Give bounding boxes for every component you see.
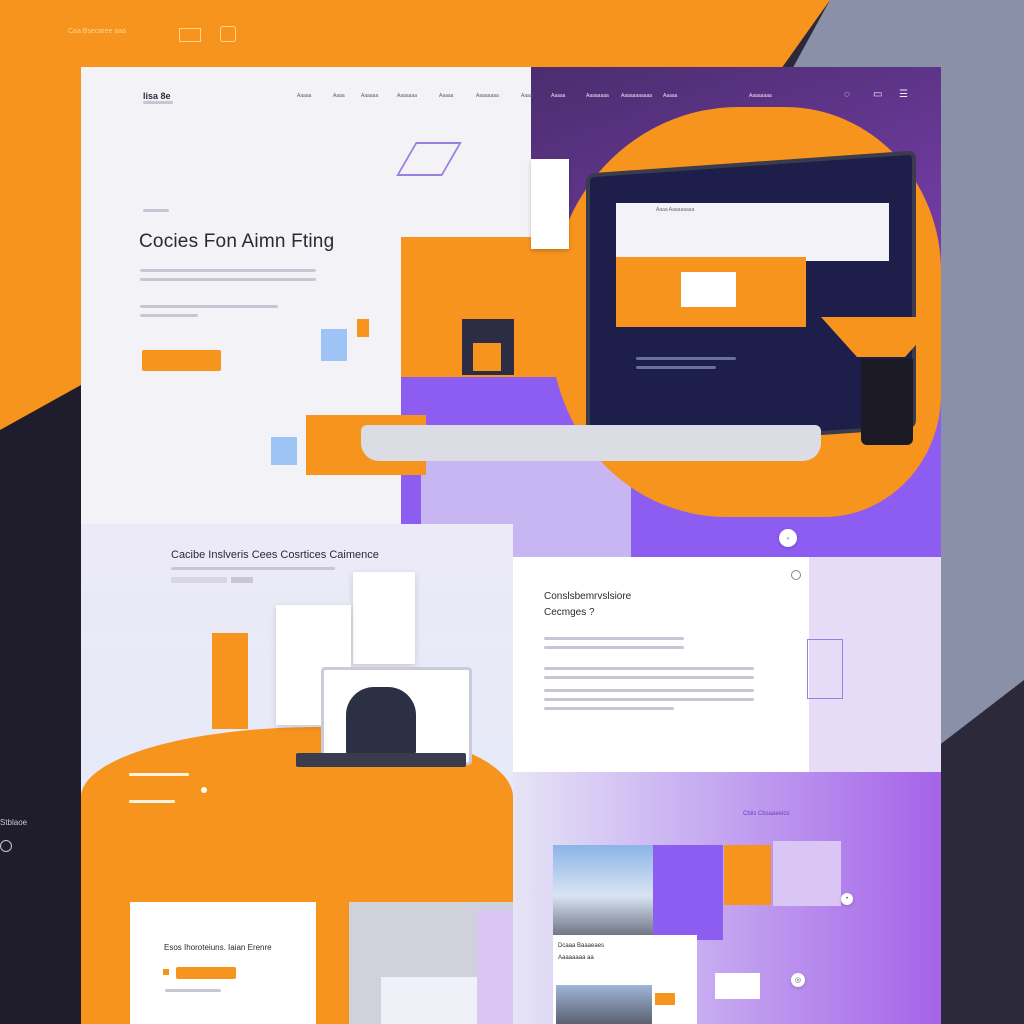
info-body bbox=[544, 637, 754, 710]
hero-blue-tile-2 bbox=[271, 437, 297, 465]
gallery-share-button[interactable]: ◎ bbox=[791, 973, 805, 987]
features-caption bbox=[129, 773, 189, 803]
features-input[interactable] bbox=[171, 577, 227, 583]
page-card: lisa 8e Aaaaa Aaaa Aaaaaa Aaaaaaa Aaaaa … bbox=[81, 67, 941, 1024]
hero-cta-button[interactable] bbox=[142, 350, 221, 371]
nav-item-8[interactable]: Aaaaaaaa bbox=[586, 93, 609, 99]
gallery-orange-tile bbox=[724, 845, 771, 905]
menu-icon[interactable]: ☰ bbox=[899, 90, 908, 100]
cta-title: Esos Ihoroteiuns. Iaian Erenre bbox=[164, 943, 272, 952]
screen-header-label: Aaaa Aaaaaaaaa bbox=[656, 207, 695, 213]
mug bbox=[861, 359, 913, 445]
hero-paper-icon bbox=[396, 142, 462, 176]
gallery-card-tag bbox=[655, 993, 675, 1005]
carousel-dot-active[interactable] bbox=[201, 787, 207, 793]
logo[interactable]: lisa 8e bbox=[143, 91, 171, 101]
cta-bullet-icon bbox=[163, 969, 169, 975]
features-orange-tile bbox=[212, 633, 248, 729]
screen-card bbox=[681, 272, 736, 307]
side-circle-icon[interactable] bbox=[0, 840, 12, 852]
gallery-mini-card bbox=[715, 973, 760, 999]
hero-eyebrow bbox=[143, 209, 169, 212]
backdrop-square-icon bbox=[220, 26, 236, 42]
gallery-city-image bbox=[553, 845, 655, 937]
features-person bbox=[346, 687, 416, 757]
backdrop-brand: Caa Bsecaree aaa bbox=[68, 28, 126, 35]
nav-item-3[interactable]: Aaaaaaa bbox=[397, 93, 417, 99]
scroll-down-button[interactable]: ◦ bbox=[779, 529, 797, 547]
nav-item-5[interactable]: Aaaaaaaa bbox=[476, 93, 499, 99]
gallery-label: Cbiis Cbsaaeeics bbox=[743, 811, 790, 817]
cta-note bbox=[165, 989, 221, 992]
hero-subdescription bbox=[140, 305, 278, 317]
gallery-violet-tile bbox=[653, 845, 723, 940]
search-icon[interactable]: ◌ bbox=[844, 90, 850, 100]
cta-button[interactable] bbox=[176, 967, 236, 979]
hero-orange-tile bbox=[357, 319, 369, 337]
features-input-button[interactable] bbox=[231, 577, 253, 583]
gallery-card-title: Dcaaa Baaaeaes bbox=[558, 943, 605, 949]
hero-poster bbox=[531, 159, 569, 249]
gallery-lilac-tile bbox=[773, 841, 841, 906]
hero-blue-tile bbox=[321, 329, 347, 361]
gallery-card-image bbox=[556, 985, 652, 1024]
info-title-line1: Conslsbemrvslsiore bbox=[544, 591, 632, 602]
info-title: Conslsbemrvslsiore Cecmges ? bbox=[544, 589, 631, 621]
nav-item-6[interactable]: Aaaa bbox=[521, 93, 533, 99]
gallery-card-subtitle: Aaaaaaaa aa bbox=[558, 955, 594, 961]
cta-lilac-strip bbox=[477, 910, 513, 1024]
bag-icon[interactable]: ▭ bbox=[873, 90, 882, 100]
features-mock-card bbox=[353, 572, 415, 664]
nav-item-9[interactable]: Aaaaaaaaaaa bbox=[621, 93, 652, 99]
screen-text-lines bbox=[636, 357, 736, 369]
cta-image-screen bbox=[381, 977, 481, 1024]
cta-card bbox=[130, 902, 316, 1024]
backdrop-box-icon bbox=[179, 28, 201, 42]
info-title-line2: Cecmges ? bbox=[544, 607, 595, 618]
hero-frame-inner bbox=[473, 343, 501, 371]
side-label: Stblaoe bbox=[0, 818, 28, 827]
hero-title: Cocies Fon Aimn Fting bbox=[139, 231, 335, 252]
features-subline bbox=[171, 567, 335, 570]
nav-item-0[interactable]: Aaaaa bbox=[297, 93, 311, 99]
hero-description bbox=[140, 269, 316, 281]
nav-item-2[interactable]: Aaaaaa bbox=[361, 93, 378, 99]
laptop-base bbox=[361, 425, 821, 461]
features-title: Cacibe Inslveris Cees Cosrtices Caimence bbox=[171, 549, 379, 561]
logo-tagline bbox=[143, 101, 173, 104]
info-outline-box bbox=[807, 639, 843, 699]
nav-item-4[interactable]: Aaaaa bbox=[439, 93, 453, 99]
nav-item-7[interactable]: Aaaaa bbox=[551, 93, 565, 99]
nav-item-10[interactable]: Aaaaa bbox=[663, 93, 677, 99]
info-close-icon[interactable] bbox=[791, 570, 801, 580]
nav-item-11[interactable]: Aaaaaaaa bbox=[749, 93, 772, 99]
gallery-dot-button[interactable]: • bbox=[841, 893, 853, 905]
nav-item-1[interactable]: Aaaa bbox=[333, 93, 345, 99]
features-keyboard bbox=[296, 753, 466, 767]
